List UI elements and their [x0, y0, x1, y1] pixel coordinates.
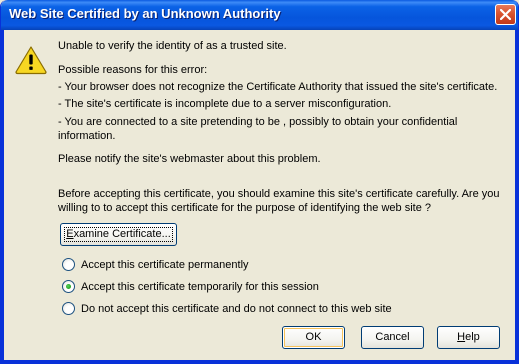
option-label-do-not-accept[interactable]: Do not accept this certificate and do no… [81, 302, 392, 316]
window-frame-left [1, 30, 4, 363]
help-label: elp [465, 331, 480, 343]
radio-do-not-accept[interactable] [62, 302, 75, 315]
close-icon [500, 9, 511, 20]
intro-text: Unable to verify the identity of as a tr… [58, 40, 287, 52]
examine-certificate-button[interactable]: Examine Certificate... [60, 223, 177, 246]
ok-button[interactable]: OK [282, 326, 345, 349]
help-accesskey: H [457, 331, 466, 343]
reasons-heading: Possible reasons for this error: [58, 64, 208, 76]
warning-triangle-icon [15, 46, 47, 75]
option-label-permanently[interactable]: Accept this certificate permanently [81, 258, 249, 272]
window-frame-right [515, 30, 518, 363]
radio-accept-session[interactable] [62, 280, 75, 293]
reason-2: - The site's certificate is incomplete d… [58, 98, 392, 110]
help-button[interactable]: Help [437, 326, 500, 349]
radio-accept-permanently[interactable] [62, 258, 75, 271]
reason-3: - You are connected to a site pretending… [58, 116, 458, 142]
examine-label: xamine Certificate... [73, 228, 171, 240]
certificate-dialog: Web Site Certified by an Unknown Authori… [0, 0, 519, 364]
window-frame-bottom [1, 360, 518, 363]
cancel-button[interactable]: Cancel [361, 326, 424, 349]
close-button[interactable] [495, 4, 516, 25]
option-label-session[interactable]: Accept this certificate temporarily for … [81, 280, 319, 294]
before-accepting-text: Before accepting this certificate, you s… [58, 188, 500, 214]
notify-text: Please notify the site's webmaster about… [58, 153, 321, 165]
title-bar: Web Site Certified by an Unknown Authori… [1, 0, 518, 30]
examine-accesskey: E [66, 228, 74, 240]
window-title: Web Site Certified by an Unknown Authori… [9, 6, 281, 21]
reason-1: - Your browser does not recognize the Ce… [58, 81, 498, 93]
radio-selected-indicator [66, 284, 71, 289]
